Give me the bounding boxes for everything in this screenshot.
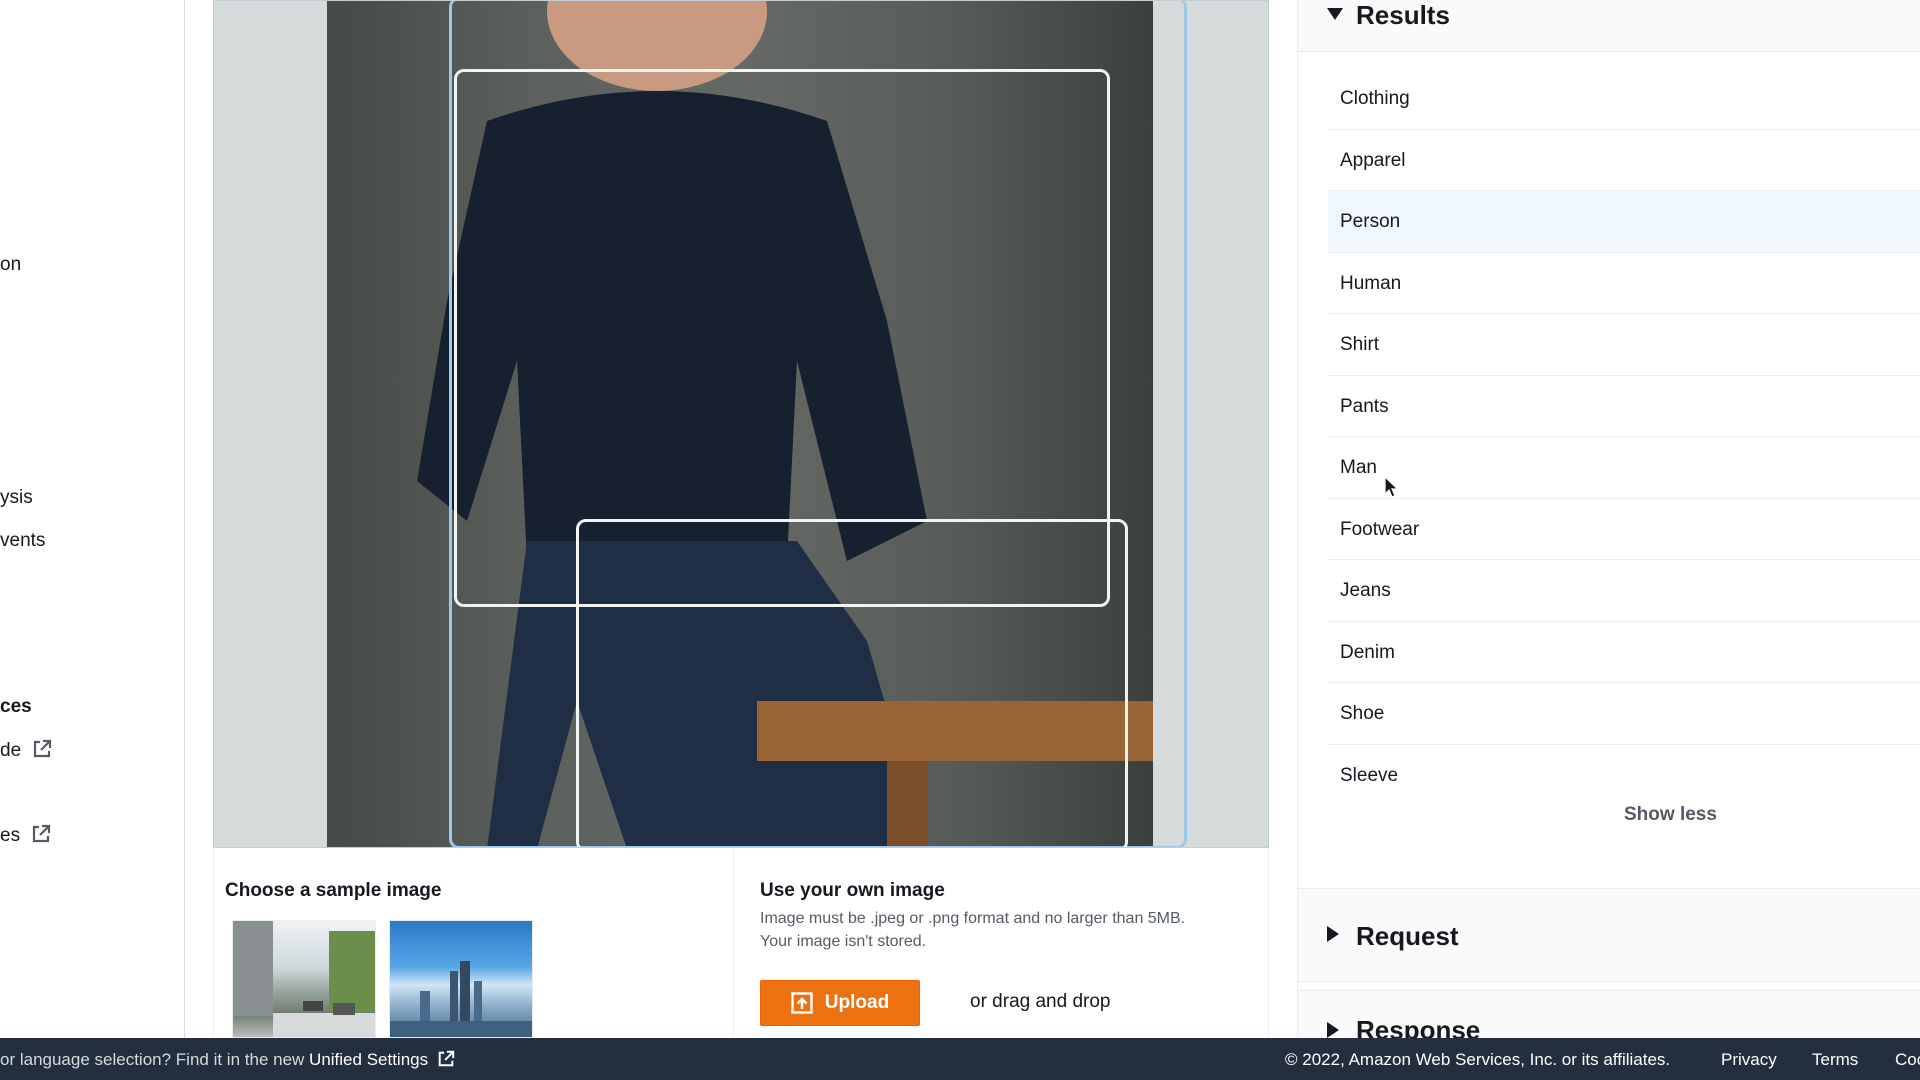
label-row[interactable]: Denim — [1328, 622, 1920, 683]
privacy-note: Your image isn't stored. — [760, 933, 927, 950]
main-content: Choose a sample image Use your own image… — [185, 0, 1297, 1038]
drag-drop-hint: or drag and drop — [970, 991, 1111, 1012]
image-preview — [213, 0, 1269, 848]
request-title: Request — [1356, 921, 1459, 951]
sample-image-city[interactable] — [389, 920, 533, 1038]
show-less-link[interactable]: Show less — [1624, 804, 1717, 826]
own-image-title: Use your own image — [760, 880, 945, 901]
label-name: Human — [1340, 272, 1402, 294]
external-link-icon — [34, 739, 52, 758]
label-row[interactable]: Human — [1328, 253, 1920, 314]
label-row[interactable]: Jeans — [1328, 560, 1920, 622]
caret-right-icon — [1327, 926, 1339, 942]
label-name: Denim — [1340, 641, 1395, 663]
label-row[interactable]: Person — [1328, 191, 1920, 253]
label-row[interactable]: Man — [1328, 437, 1920, 499]
label-list: Clothing Apparel Person Human Shirt Pant… — [1328, 68, 1920, 806]
label-name: Jeans — [1340, 580, 1391, 601]
results-title: Results — [1356, 0, 1450, 30]
nav-item[interactable]: on — [0, 254, 21, 276]
nav-item-label: es — [0, 825, 21, 846]
label-name: Man — [1340, 457, 1377, 478]
label-name: Footwear — [1340, 518, 1420, 540]
settings-notice: or language selection? Find it in the ne… — [0, 1050, 455, 1070]
upload-help-text: Image must be .jpeg or .png format and n… — [760, 910, 1186, 927]
label-row[interactable]: Pants — [1328, 376, 1920, 437]
label-row[interactable]: Shirt — [1328, 314, 1920, 376]
own-image-section: Use your own image Image must be .jpeg o… — [734, 848, 1270, 1038]
request-header[interactable]: Request — [1298, 888, 1920, 982]
nav-item[interactable]: ysis — [0, 487, 33, 509]
external-link-icon — [33, 824, 51, 843]
label-name: Person — [1340, 211, 1401, 232]
caret-down-icon — [1327, 8, 1343, 20]
nav-item-label: de — [0, 740, 22, 761]
upload-button-label: Upload — [824, 992, 890, 1013]
caret-right-icon — [1327, 1022, 1339, 1038]
copyright-text: © 2022, Amazon Web Services, Inc. or its… — [1285, 1050, 1671, 1069]
left-navigation: on ysis vents ces de es — [0, 0, 185, 1038]
results-header[interactable]: Results — [1298, 0, 1920, 52]
unified-settings-link[interactable]: Unified Settings — [309, 1050, 428, 1069]
image-source-panel: Choose a sample image Use your own image… — [213, 848, 1269, 1038]
results-panel: Results Clothing Apparel Person Human Sh… — [1297, 0, 1920, 1045]
footer: or language selection? Find it in the ne… — [0, 1038, 1920, 1080]
nav-section-heading: ces — [0, 696, 32, 717]
upload-button[interactable]: Upload — [760, 980, 920, 1026]
sample-images-section: Choose a sample image — [214, 848, 734, 1038]
label-row[interactable]: Shoe — [1328, 683, 1920, 745]
external-link-icon — [438, 1050, 455, 1067]
label-name: Sleeve — [1340, 764, 1399, 786]
upload-icon — [791, 992, 813, 1014]
settings-prompt: or language selection? Find it in the ne… — [0, 1050, 305, 1069]
label-name: Pants — [1340, 395, 1389, 417]
bounding-box-pants[interactable] — [576, 519, 1128, 847]
nav-item[interactable]: vents — [0, 530, 45, 552]
cookie-preferences-link[interactable]: Coo — [1895, 1050, 1920, 1070]
label-name: Shoe — [1340, 703, 1385, 724]
sample-images-title: Choose a sample image — [225, 880, 442, 901]
response-header[interactable]: Response — [1298, 990, 1920, 1045]
label-row[interactable]: Clothing — [1328, 68, 1920, 130]
label-name: Apparel — [1340, 149, 1406, 171]
label-name: Clothing — [1340, 88, 1410, 109]
terms-link[interactable]: Terms — [1812, 1050, 1858, 1070]
privacy-link[interactable]: Privacy — [1721, 1050, 1777, 1070]
label-name: Shirt — [1340, 334, 1380, 355]
label-row[interactable]: Sleeve — [1328, 745, 1920, 807]
label-row[interactable]: Apparel — [1328, 130, 1920, 191]
nav-external-link[interactable]: es — [0, 824, 51, 847]
mouse-cursor-icon — [1384, 476, 1398, 498]
sample-image-street[interactable] — [232, 920, 376, 1038]
label-row[interactable]: Footwear — [1328, 499, 1920, 560]
nav-external-link[interactable]: de — [0, 739, 52, 762]
